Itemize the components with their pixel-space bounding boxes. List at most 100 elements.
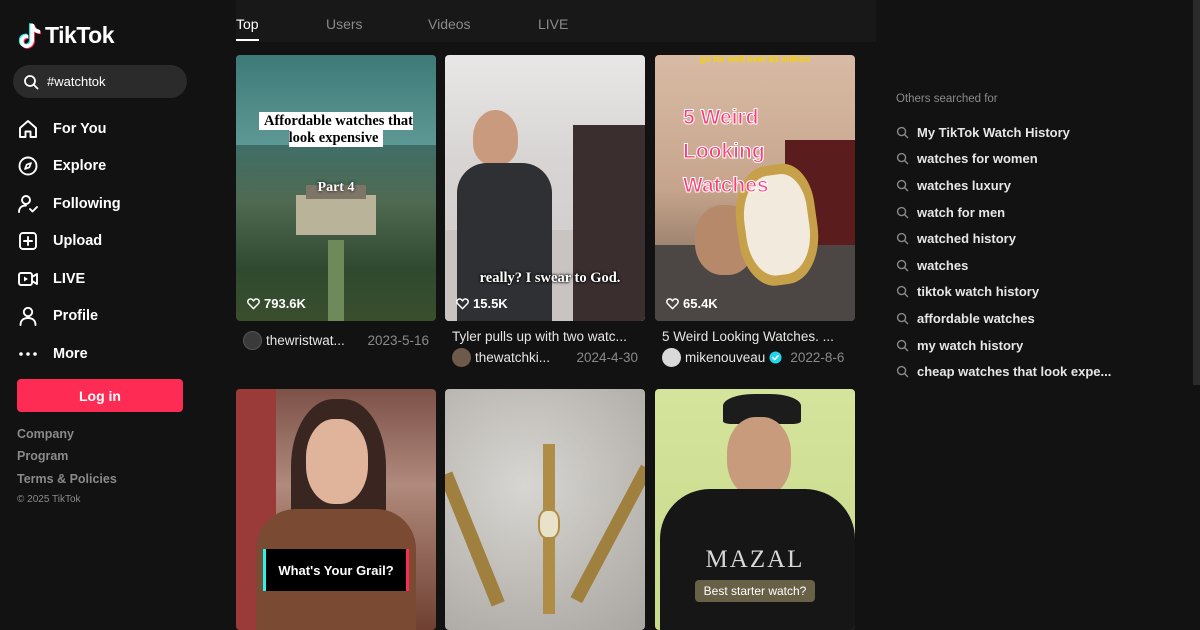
search-icon xyxy=(24,74,39,89)
video-meta: thewatchki... 2024-4-30 xyxy=(452,348,645,367)
scrollbar[interactable] xyxy=(1193,0,1200,385)
compass-icon xyxy=(18,156,38,176)
nav-explore[interactable]: Explore xyxy=(17,148,187,186)
hoodie-brand-text: MAZAL xyxy=(705,546,805,573)
others-searched-item[interactable]: watches for women xyxy=(896,146,1186,173)
video-caption[interactable]: 5 Weird Looking Watches. ... xyxy=(662,329,848,344)
video-overlay-text: What's Your Grail? xyxy=(278,562,394,578)
tiktok-logo[interactable]: TikTok xyxy=(19,22,115,49)
video-meta: thewristwat... 2023-5-16 xyxy=(243,331,436,350)
search-icon xyxy=(896,366,909,378)
search-query: #watchtok xyxy=(47,74,106,89)
others-searched-label: my watch history xyxy=(917,337,1024,353)
video-author[interactable]: thewatchki... xyxy=(475,350,559,365)
video-thumbnail[interactable]: go for well over $1 million 5 Weird Look… xyxy=(655,55,855,321)
others-searched-item[interactable]: My TikTok Watch History xyxy=(896,119,1186,146)
active-tab-indicator xyxy=(236,39,259,41)
tab-users[interactable]: Users xyxy=(326,16,363,32)
video-overlay-text: Best starter watch? xyxy=(703,584,807,598)
overlay-box: What's Your Grail? xyxy=(263,549,409,591)
nav-label: Profile xyxy=(53,308,99,325)
video-card[interactable] xyxy=(445,389,645,630)
footer-link-program[interactable]: Program xyxy=(17,449,117,471)
others-searched-item[interactable]: watches luxury xyxy=(896,172,1186,199)
likes-count: 793.6K xyxy=(264,296,306,311)
villa-shape xyxy=(296,195,376,235)
video-thumbnail[interactable]: MAZAL Best starter watch? xyxy=(655,389,855,630)
tab-videos[interactable]: Videos xyxy=(428,16,471,32)
nav-more[interactable]: More xyxy=(17,335,187,373)
tiktok-logo-icon xyxy=(19,22,41,49)
sidebar: TikTok #watchtok For You Explore Followi… xyxy=(0,0,200,630)
video-likes: 65.4K xyxy=(666,296,718,311)
others-searched-label: affordable watches xyxy=(917,310,1035,326)
others-searched-item[interactable]: cheap watches that look expe... xyxy=(896,358,1186,385)
video-caption[interactable]: Tyler pulls up with two watc... xyxy=(452,329,638,344)
video-card[interactable]: really? I swear to God. 15.5K Tyler pull… xyxy=(445,55,645,370)
nav-for-you[interactable]: For You xyxy=(17,110,187,148)
video-likes: 15.5K xyxy=(456,296,508,311)
search-input[interactable]: #watchtok xyxy=(13,65,187,98)
others-searched-label: watches xyxy=(917,257,969,273)
nav-following[interactable]: Following xyxy=(17,185,187,223)
others-searched-label: tiktok watch history xyxy=(917,284,1040,300)
video-overlay-text: 5 Weird Looking Watches xyxy=(683,106,770,198)
watch-bracelet-3 xyxy=(570,464,645,604)
others-searched-item[interactable]: my watch history xyxy=(896,332,1186,359)
video-thumbnail[interactable]: What's Your Grail? xyxy=(236,389,436,630)
following-icon xyxy=(18,194,38,213)
search-icon xyxy=(896,233,909,245)
video-author[interactable]: thewristwat... xyxy=(266,333,350,348)
others-searched-item[interactable]: watches xyxy=(896,252,1186,279)
others-searched-label: cheap watches that look expe... xyxy=(917,364,1112,380)
video-date: 2022-8-6 xyxy=(790,350,845,365)
video-card[interactable]: What's Your Grail? xyxy=(236,389,436,630)
footer-links: Company Program Terms & Policies xyxy=(17,427,117,494)
video-card[interactable]: MAZAL Best starter watch? xyxy=(655,389,855,630)
video-overlay-part: Part 4 xyxy=(317,180,355,195)
search-icon xyxy=(896,339,909,351)
avatar[interactable] xyxy=(243,331,262,350)
video-overlay-text: Affordable watches that look expensive xyxy=(258,112,413,147)
person-head xyxy=(473,110,518,165)
likes-count: 65.4K xyxy=(683,296,718,311)
footer-link-terms[interactable]: Terms & Policies xyxy=(17,472,117,494)
nav-label: For You xyxy=(53,120,107,137)
others-searched-label: watch for men xyxy=(917,204,1006,220)
nav-label: Explore xyxy=(53,158,107,175)
avatar[interactable] xyxy=(662,348,681,367)
video-card[interactable]: go for well over $1 million 5 Weird Look… xyxy=(655,55,855,370)
video-thumbnail[interactable]: Affordable watches that look expensive P… xyxy=(236,55,436,321)
profile-icon xyxy=(19,307,37,327)
video-meta: mikenouveau 2022-8-6 xyxy=(662,348,855,367)
footer-link-company[interactable]: Company xyxy=(17,427,117,449)
overlay-box: Best starter watch? xyxy=(695,580,815,602)
video-thumbnail[interactable] xyxy=(445,389,645,630)
video-date: 2024-4-30 xyxy=(576,350,638,365)
heart-icon xyxy=(247,298,260,310)
others-searched-item[interactable]: watched history xyxy=(896,225,1186,252)
nav-label: LIVE xyxy=(53,270,86,287)
others-searched-item[interactable]: tiktok watch history xyxy=(896,279,1186,306)
others-searched-label: My TikTok Watch History xyxy=(917,124,1070,140)
heart-icon xyxy=(456,298,469,310)
others-searched-label: watches for women xyxy=(917,151,1038,167)
nav-upload[interactable]: Upload xyxy=(17,223,187,261)
watch-face xyxy=(538,509,560,539)
sidebar-nav: For You Explore Following Upload LIVE Pr… xyxy=(17,110,187,373)
verified-badge-icon xyxy=(769,351,782,364)
others-searched-item[interactable]: affordable watches xyxy=(896,305,1186,332)
person-face xyxy=(306,419,368,504)
tab-top[interactable]: Top xyxy=(236,16,259,32)
video-card[interactable]: Affordable watches that look expensive P… xyxy=(236,55,436,355)
nav-profile[interactable]: Profile xyxy=(17,298,187,336)
login-button[interactable]: Log in xyxy=(17,379,183,412)
avatar[interactable] xyxy=(452,348,471,367)
video-thumbnail[interactable]: really? I swear to God. 15.5K xyxy=(445,55,645,321)
nav-live[interactable]: LIVE xyxy=(17,260,187,298)
others-searched-item[interactable]: watch for men xyxy=(896,199,1186,226)
search-icon xyxy=(896,259,909,272)
video-author[interactable]: mikenouveau xyxy=(685,350,765,365)
tab-live[interactable]: LIVE xyxy=(538,16,568,32)
likes-count: 15.5K xyxy=(473,296,508,311)
